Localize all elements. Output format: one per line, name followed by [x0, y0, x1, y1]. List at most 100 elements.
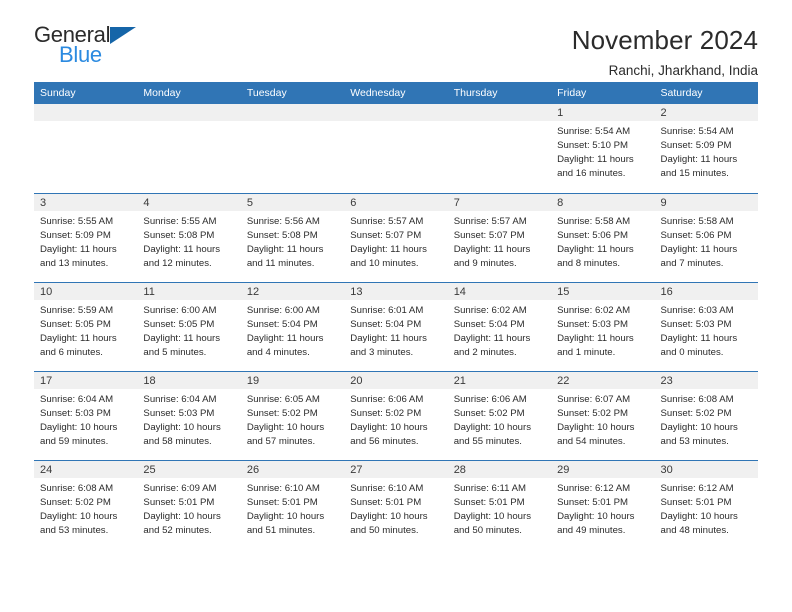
calendar-cell-day[interactable]: 24 Sunrise: 6:08 AM Sunset: 5:02 PM Dayligh…	[34, 459, 138, 549]
calendar-week-row: 1 Sunrise: 5:54 AM Sunset: 5:10 PM Daylight…	[34, 104, 758, 193]
calendar-cell-day[interactable]: 6 Sunrise: 5:57 AM Sunset: 5:07 PM Daylight…	[344, 192, 448, 282]
sunrise-time: Sunrise: 6:04 AM	[143, 393, 217, 405]
day-number: 8	[551, 193, 655, 211]
sunrise-time: Sunrise: 6:11 AM	[453, 482, 527, 494]
day-details	[137, 121, 240, 125]
day-number: 29	[551, 460, 655, 478]
daylight-line-2: and 52 minutes.	[143, 524, 212, 536]
daylight-line-2: and 56 minutes.	[350, 435, 419, 447]
calendar-cell-empty	[447, 104, 552, 193]
calendar-cell-day[interactable]: 7 Sunrise: 5:57 AM Sunset: 5:07 PM Daylight…	[447, 192, 552, 282]
day-number	[34, 104, 138, 121]
weekday-header-monday: Monday	[137, 82, 241, 104]
calendar-cell-day[interactable]: 28 Sunrise: 6:11 AM Sunset: 5:01 PM Dayligh…	[447, 459, 552, 549]
calendar-cell-day[interactable]: 12 Sunrise: 6:00 AM Sunset: 5:04 PM Dayligh…	[240, 281, 345, 371]
calendar-cell-day[interactable]: 10 Sunrise: 5:59 AM Sunset: 5:05 PM Dayligh…	[34, 281, 138, 371]
day-number: 20	[344, 371, 448, 389]
calendar-cell-day[interactable]: 2 Sunrise: 5:54 AM Sunset: 5:09 PM Daylight…	[654, 104, 758, 193]
day-details: Sunrise: 6:06 AM Sunset: 5:02 PM Daylight:…	[448, 389, 551, 449]
calendar-cell-day[interactable]: 16 Sunrise: 6:03 AM Sunset: 5:03 PM Dayligh…	[654, 281, 758, 371]
calendar-cell-day[interactable]: 25 Sunrise: 6:09 AM Sunset: 5:01 PM Dayligh…	[137, 459, 241, 549]
calendar-body: 1 Sunrise: 5:54 AM Sunset: 5:10 PM Daylight…	[34, 104, 758, 549]
daylight-line-1: Daylight: 10 hours	[350, 421, 428, 433]
daylight-line-1: Daylight: 10 hours	[660, 421, 738, 433]
calendar-cell-day[interactable]: 30 Sunrise: 6:12 AM Sunset: 5:01 PM Dayligh…	[654, 459, 758, 549]
calendar-cell-empty	[344, 104, 448, 193]
sunset-time: Sunset: 5:06 PM	[557, 229, 629, 241]
day-details: Sunrise: 6:04 AM Sunset: 5:03 PM Daylight:…	[34, 389, 137, 449]
sunrise-time: Sunrise: 5:58 AM	[660, 215, 734, 227]
sunrise-time: Sunrise: 6:12 AM	[660, 482, 734, 494]
day-details: Sunrise: 5:55 AM Sunset: 5:09 PM Daylight:…	[34, 211, 137, 271]
sunrise-time: Sunrise: 6:00 AM	[246, 304, 320, 316]
calendar-cell-day[interactable]: 1 Sunrise: 5:54 AM Sunset: 5:10 PM Daylight…	[551, 104, 655, 193]
daylight-line-2: and 4 minutes.	[246, 346, 310, 358]
daylight-line-1: Daylight: 11 hours	[350, 332, 427, 344]
daylight-line-1: Daylight: 11 hours	[143, 243, 221, 255]
daylight-line-1: Daylight: 11 hours	[557, 154, 634, 166]
page-header: General Blue November 2024 Ranchi, Jhark…	[34, 0, 758, 78]
calendar-cell-day[interactable]: 21 Sunrise: 6:06 AM Sunset: 5:02 PM Dayligh…	[447, 370, 552, 460]
calendar-cell-day[interactable]: 19 Sunrise: 6:05 AM Sunset: 5:02 PM Dayligh…	[240, 370, 345, 460]
sunrise-time: Sunrise: 6:04 AM	[40, 393, 114, 405]
day-details: Sunrise: 6:10 AM Sunset: 5:01 PM Daylight:…	[344, 478, 447, 538]
day-details: Sunrise: 6:03 AM Sunset: 5:03 PM Daylight:…	[655, 300, 758, 360]
weekday-header-tuesday: Tuesday	[240, 82, 345, 104]
weekday-header-friday: Friday	[551, 82, 655, 104]
sunset-time: Sunset: 5:03 PM	[660, 318, 732, 330]
calendar-cell-day[interactable]: 11 Sunrise: 6:00 AM Sunset: 5:05 PM Dayligh…	[137, 281, 241, 371]
calendar-cell-day[interactable]: 23 Sunrise: 6:08 AM Sunset: 5:02 PM Dayligh…	[654, 370, 758, 460]
sunset-time: Sunset: 5:09 PM	[40, 229, 111, 241]
calendar-cell-day[interactable]: 4 Sunrise: 5:55 AM Sunset: 5:08 PM Daylight…	[137, 192, 241, 282]
calendar-week-row: 10 Sunrise: 5:59 AM Sunset: 5:05 PM Dayligh…	[34, 281, 758, 371]
day-details: Sunrise: 6:00 AM Sunset: 5:05 PM Daylight:…	[137, 300, 240, 360]
calendar-cell-day[interactable]: 27 Sunrise: 6:10 AM Sunset: 5:01 PM Dayligh…	[344, 459, 448, 549]
day-number	[240, 104, 345, 121]
calendar-cell-day[interactable]: 29 Sunrise: 6:12 AM Sunset: 5:01 PM Dayligh…	[551, 459, 655, 549]
sunset-time: Sunset: 5:02 PM	[350, 407, 422, 419]
sunrise-time: Sunrise: 6:02 AM	[453, 304, 527, 316]
day-details: Sunrise: 5:58 AM Sunset: 5:06 PM Daylight:…	[655, 211, 758, 271]
day-details: Sunrise: 6:02 AM Sunset: 5:04 PM Daylight:…	[448, 300, 551, 360]
calendar-grid: Sunday Monday Tuesday Wednesday Thursday…	[34, 82, 758, 549]
calendar-cell-day[interactable]: 5 Sunrise: 5:56 AM Sunset: 5:08 PM Daylight…	[240, 192, 345, 282]
daylight-line-1: Daylight: 11 hours	[246, 243, 324, 255]
day-number: 6	[344, 193, 448, 211]
day-details: Sunrise: 6:11 AM Sunset: 5:01 PM Daylight:…	[448, 478, 551, 538]
calendar-cell-day[interactable]: 18 Sunrise: 6:04 AM Sunset: 5:03 PM Dayligh…	[137, 370, 241, 460]
calendar-cell-day[interactable]: 9 Sunrise: 5:58 AM Sunset: 5:06 PM Daylight…	[654, 192, 758, 282]
daylight-line-2: and 50 minutes.	[350, 524, 419, 536]
calendar-cell-day[interactable]: 20 Sunrise: 6:06 AM Sunset: 5:02 PM Dayligh…	[344, 370, 448, 460]
calendar-cell-day[interactable]: 17 Sunrise: 6:04 AM Sunset: 5:03 PM Dayligh…	[34, 370, 138, 460]
daylight-line-2: and 8 minutes.	[557, 257, 621, 269]
day-number	[447, 104, 552, 121]
daylight-line-2: and 0 minutes.	[660, 346, 724, 358]
title-block: November 2024 Ranchi, Jharkhand, India	[572, 24, 758, 78]
sunset-time: Sunset: 5:08 PM	[143, 229, 215, 241]
daylight-line-1: Daylight: 10 hours	[453, 421, 532, 433]
daylight-line-2: and 53 minutes.	[40, 524, 109, 536]
calendar-cell-day[interactable]: 26 Sunrise: 6:10 AM Sunset: 5:01 PM Dayligh…	[240, 459, 345, 549]
generalblue-logo[interactable]: General Blue	[34, 24, 154, 70]
sunset-time: Sunset: 5:05 PM	[143, 318, 215, 330]
day-number: 15	[551, 282, 655, 300]
day-number: 25	[137, 460, 241, 478]
sunrise-time: Sunrise: 6:10 AM	[246, 482, 320, 494]
calendar-cell-day[interactable]: 8 Sunrise: 5:58 AM Sunset: 5:06 PM Daylight…	[551, 192, 655, 282]
daylight-line-1: Daylight: 11 hours	[660, 154, 738, 166]
calendar-cell-empty	[137, 104, 241, 193]
calendar-cell-day[interactable]: 14 Sunrise: 6:02 AM Sunset: 5:04 PM Dayligh…	[447, 281, 552, 371]
sunrise-time: Sunrise: 6:06 AM	[350, 393, 424, 405]
day-number: 27	[344, 460, 448, 478]
sunset-time: Sunset: 5:09 PM	[660, 140, 732, 152]
calendar-cell-day[interactable]: 13 Sunrise: 6:01 AM Sunset: 5:04 PM Dayligh…	[344, 281, 448, 371]
sunset-time: Sunset: 5:02 PM	[246, 407, 318, 419]
daylight-line-2: and 10 minutes.	[350, 257, 419, 269]
day-number: 11	[137, 282, 241, 300]
day-number: 9	[654, 193, 758, 211]
calendar-cell-day[interactable]: 3 Sunrise: 5:55 AM Sunset: 5:09 PM Daylight…	[34, 192, 138, 282]
logo-triangle-icon	[110, 27, 136, 44]
sunset-time: Sunset: 5:01 PM	[660, 496, 732, 508]
calendar-cell-day[interactable]: 15 Sunrise: 6:02 AM Sunset: 5:03 PM Dayligh…	[551, 281, 655, 371]
calendar-cell-day[interactable]: 22 Sunrise: 6:07 AM Sunset: 5:02 PM Dayligh…	[551, 370, 655, 460]
